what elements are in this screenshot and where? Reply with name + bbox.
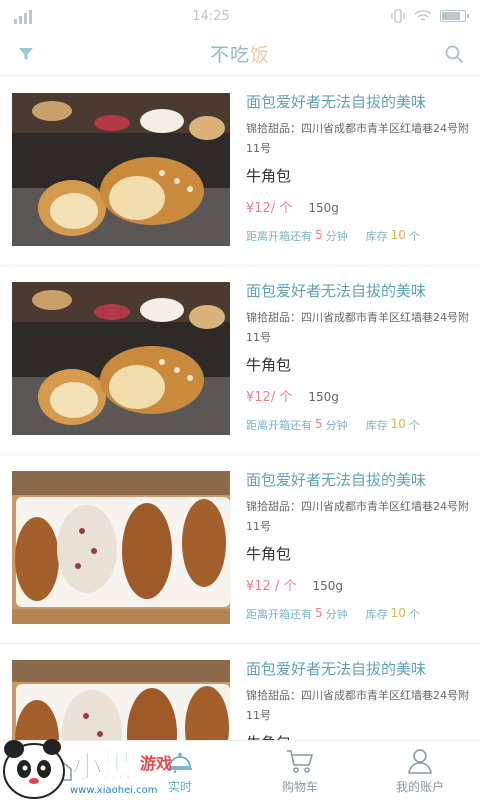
product-name: 牛角包: [246, 167, 292, 185]
countdown-value: 5: [315, 228, 323, 242]
product-card[interactable]: 面包爱好者无法自拔的美味 锦拾甜品：四川省成都市青羊区红墙巷24号附11号 牛角…: [0, 77, 480, 266]
app-screen: 14:25 不吃饭 面包爱好者无法自拔的美味 锦拾甜品：四川省成都市青羊区红墙巷…: [0, 0, 480, 800]
cart-icon: [285, 746, 315, 776]
product-image[interactable]: [12, 282, 230, 435]
filter-icon: [19, 48, 33, 60]
page-title: 不吃饭: [209, 44, 271, 66]
stock-value: 10: [390, 417, 406, 431]
product-weight: 150g: [308, 390, 339, 404]
product-image[interactable]: [12, 471, 230, 624]
stock-value: 10: [390, 228, 406, 242]
signal-icon: [14, 8, 32, 24]
svg-text:游戏: 游戏: [140, 754, 172, 773]
product-name: 牛角包: [246, 732, 470, 740]
battery-icon: [440, 10, 469, 22]
product-weight: 150g: [312, 579, 343, 593]
svg-text:小黑: 小黑: [72, 750, 132, 785]
shop-address: 锦拾甜品：四川省成都市青羊区红墙巷24号附11号: [246, 311, 469, 344]
status-time: 14:25: [192, 8, 230, 24]
wifi-icon: [414, 10, 432, 21]
product-meta: 距离开箱还有 5 分钟 库存 10 个: [246, 228, 420, 243]
product-name: 牛角包: [246, 356, 292, 374]
product-list: 面包爱好者无法自拔的美味 锦拾甜品：四川省成都市青羊区红墙巷24号附11号 牛角…: [0, 77, 480, 740]
product-price: ¥12/ 个: [246, 201, 293, 216]
shop-address: 锦拾甜品：四川省成都市青羊区红墙巷24号附11号: [246, 500, 469, 533]
product-title[interactable]: 面包爱好者无法自拔的美味: [246, 658, 470, 680]
status-bar: 14:25: [0, 0, 480, 32]
product-price: ¥12/ 个: [246, 390, 293, 405]
stock-value: 10: [390, 606, 406, 620]
filter-button[interactable]: [14, 42, 38, 66]
product-card[interactable]: 面包爱好者无法自拔的美味 锦拾甜品：四川省成都市青羊区红墙巷24号附11号 牛角…: [0, 455, 480, 644]
product-name: 牛角包: [246, 545, 292, 563]
product-weight: 150g: [308, 201, 339, 215]
user-icon: [405, 746, 435, 776]
product-image[interactable]: [12, 93, 230, 246]
product-title[interactable]: 面包爱好者无法自拔的美味: [246, 91, 470, 113]
countdown-value: 5: [315, 417, 323, 431]
product-price: ¥12 / 个: [246, 579, 297, 594]
vibrate-icon: [391, 9, 405, 23]
product-image[interactable]: [12, 660, 230, 740]
product-meta: 距离开箱还有 5 分钟 库存 10 个: [246, 417, 420, 432]
svg-text:www.xiaohei.com: www.xiaohei.com: [70, 785, 158, 796]
shop-address: 锦拾甜品：四川省成都市青羊区红墙巷24号附11号: [246, 689, 469, 722]
tab-cart[interactable]: 购物车: [240, 741, 360, 800]
product-title[interactable]: 面包爱好者无法自拔的美味: [246, 280, 470, 302]
tab-account-label: 我的账户: [395, 780, 444, 794]
product-card[interactable]: 面包爱好者无法自拔的美味 锦拾甜品：四川省成都市青羊区红墙巷24号附11号 牛角…: [0, 644, 480, 740]
product-card[interactable]: 面包爱好者无法自拔的美味 锦拾甜品：四川省成都市青羊区红墙巷24号附11号 牛角…: [0, 266, 480, 455]
watermark-logo: 小黑 游戏 www.xiaohei.com: [0, 733, 200, 800]
search-button[interactable]: [442, 42, 466, 66]
product-title[interactable]: 面包爱好者无法自拔的美味: [246, 469, 470, 491]
countdown-value: 5: [315, 606, 323, 620]
shop-address: 锦拾甜品：四川省成都市青羊区红墙巷24号附11号: [246, 122, 469, 155]
tab-account[interactable]: 我的账户: [360, 741, 480, 800]
product-meta: 距离开箱还有 5 分钟 库存 10 个: [246, 606, 420, 621]
search-icon: [445, 45, 463, 63]
app-header: 不吃饭: [0, 32, 480, 76]
tab-cart-label: 购物车: [281, 780, 318, 794]
